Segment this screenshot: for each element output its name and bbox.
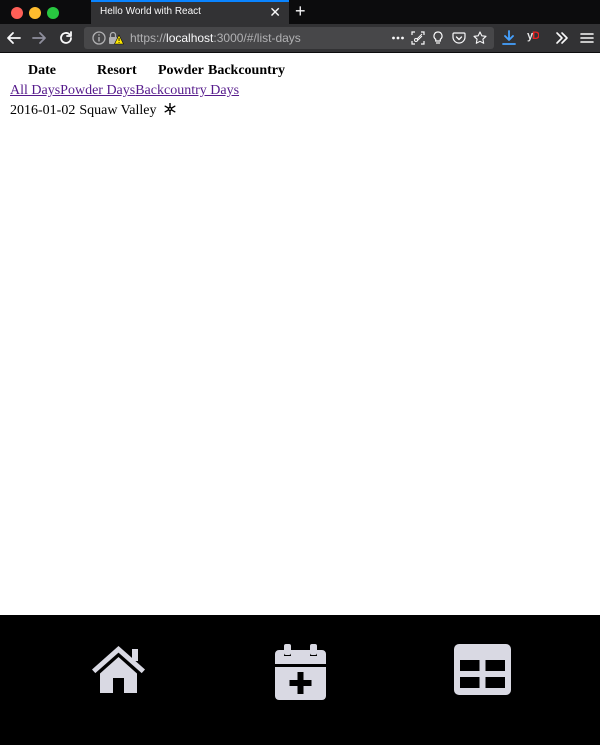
- url-path: :3000/#/list-days: [213, 31, 301, 45]
- column-header-date: Date: [28, 63, 56, 78]
- tab-title: Hello World with React: [100, 6, 201, 17]
- tab-close-icon[interactable]: ✕: [269, 5, 281, 19]
- active-tab[interactable]: Hello World with React ✕: [91, 0, 289, 24]
- overflow-chevron-icon[interactable]: [554, 30, 570, 46]
- home-icon[interactable]: [90, 644, 147, 693]
- addon-label: yD: [527, 30, 540, 42]
- download-icon[interactable]: [501, 30, 517, 46]
- nav-bar: https://localhost:3000/#/list-days yD: [0, 24, 600, 53]
- row-resort: Squaw Valley: [79, 103, 157, 118]
- tab-bar: Hello World with React ✕ +: [0, 0, 600, 24]
- bottom-nav-bar: [0, 615, 600, 745]
- screenshot-icon[interactable]: [411, 31, 425, 45]
- window-close-button[interactable]: [11, 7, 23, 19]
- link-powder-days[interactable]: Powder Days: [60, 83, 135, 98]
- pocket-icon[interactable]: [452, 31, 466, 45]
- bookmark-star-icon[interactable]: [473, 31, 487, 45]
- reload-icon[interactable]: [58, 30, 74, 46]
- filter-links: All DaysPowder DaysBackcountry Days: [10, 83, 239, 99]
- column-header-powder: Powder: [158, 63, 204, 78]
- url-host: localhost: [166, 31, 214, 45]
- page-actions-icon[interactable]: [391, 31, 405, 45]
- window-zoom-button[interactable]: [47, 7, 59, 19]
- table-row: 2016-01-02 Squaw Valley: [10, 103, 176, 119]
- column-header-backcountry: Backcountry: [208, 63, 285, 78]
- row-date: 2016-01-02: [10, 103, 76, 118]
- column-header-resort: Resort: [97, 63, 137, 78]
- back-arrow-icon[interactable]: [6, 30, 22, 46]
- hamburger-menu-icon[interactable]: [579, 30, 595, 46]
- page-content: Date Resort Powder Backcountry All DaysP…: [0, 53, 600, 615]
- snowflake-icon: [164, 103, 176, 115]
- insecure-lock-icon[interactable]: [108, 31, 124, 45]
- link-all-days[interactable]: All Days: [10, 83, 60, 98]
- url-text[interactable]: https://localhost:3000/#/list-days: [130, 31, 301, 45]
- calendar-plus-icon[interactable]: [275, 644, 326, 700]
- table-icon[interactable]: [454, 644, 511, 695]
- url-bar[interactable]: https://localhost:3000/#/list-days: [84, 27, 494, 49]
- lightbulb-icon[interactable]: [431, 31, 445, 45]
- site-info-icon[interactable]: [92, 31, 106, 45]
- link-backcountry-days[interactable]: Backcountry Days: [135, 83, 239, 98]
- url-scheme: https://: [130, 31, 167, 45]
- forward-arrow-icon[interactable]: [31, 30, 47, 46]
- addon-yd-icon[interactable]: yD: [527, 30, 540, 42]
- new-tab-icon[interactable]: +: [295, 1, 306, 21]
- window-minimize-button[interactable]: [29, 7, 41, 19]
